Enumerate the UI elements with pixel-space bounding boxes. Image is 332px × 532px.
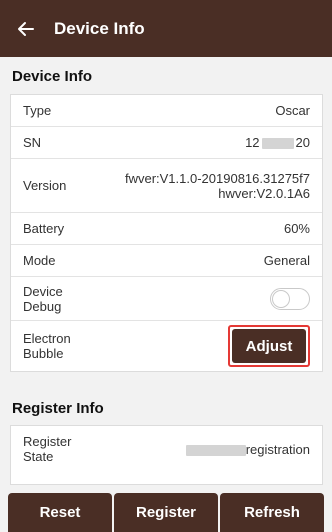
electron-bubble-label-line2: Bubble xyxy=(23,346,64,361)
arrow-left-icon[interactable] xyxy=(6,0,46,57)
electron-bubble-label: Electron Bubble xyxy=(23,331,71,361)
mode-label: Mode xyxy=(23,253,56,268)
page-title: Device Info xyxy=(54,18,145,38)
type-row: Type Oscar xyxy=(11,95,322,127)
device-debug-row: Device Debug xyxy=(11,277,322,321)
version-row: Version fwver:V1.1.0-20190816.31275f7 hw… xyxy=(11,159,322,213)
sn-label: SN xyxy=(23,135,42,150)
register-state-row: Register State registration xyxy=(11,426,322,472)
toggle-knob xyxy=(272,289,290,308)
sn-row: SN 12 20 xyxy=(11,127,322,159)
type-value: Oscar xyxy=(275,103,310,118)
register-state-masked-region xyxy=(185,444,246,456)
version-value: fwver:V1.1.0-20190816.31275f7 hwver:V2.0… xyxy=(125,171,310,201)
refresh-button[interactable]: Refresh xyxy=(220,493,324,532)
adjust-highlight: Adjust xyxy=(228,325,310,367)
adjust-button[interactable]: Adjust xyxy=(232,329,306,363)
sn-value-suffix: 20 xyxy=(295,135,310,150)
device-debug-label-line1: Device xyxy=(23,283,63,299)
device-debug-label: Device Debug xyxy=(23,284,63,314)
device-info-card: Type Oscar SN 12 20 Version fwver:V1.1.0-… xyxy=(10,94,323,372)
type-label: Type xyxy=(23,103,52,118)
battery-label: Battery xyxy=(23,221,65,236)
register-info-heading: Register Info xyxy=(12,400,104,417)
battery-value: 60% xyxy=(283,221,310,236)
mode-value: General xyxy=(263,253,310,268)
register-state-value: registration xyxy=(185,441,310,457)
app-bar: Device Info xyxy=(0,0,332,57)
sn-value-prefix: 12 xyxy=(245,135,260,150)
device-info-heading: Device Info xyxy=(12,68,93,85)
register-state-label-line2: State xyxy=(23,449,54,464)
sn-value: 12 20 xyxy=(245,135,310,150)
device-debug-label-line2: Debug xyxy=(23,298,62,314)
version-label: Version xyxy=(23,178,67,193)
register-info-card: Register State registration xyxy=(10,425,323,485)
reset-button[interactable]: Reset xyxy=(8,493,112,532)
battery-row: Battery 60% xyxy=(11,213,322,245)
electron-bubble-label-line1: Electron xyxy=(23,331,71,346)
register-state-label: Register State xyxy=(23,434,71,464)
register-state-label-line1: Register xyxy=(23,434,72,449)
register-state-value-text: registration xyxy=(245,441,310,457)
mode-row: Mode General xyxy=(11,245,322,277)
hardware-version: hwver:V2.0.1A6 xyxy=(218,185,310,201)
register-button[interactable]: Register xyxy=(114,493,218,532)
device-debug-toggle[interactable] xyxy=(270,287,310,310)
firmware-version: fwver:V1.1.0-20190816.31275f7 xyxy=(124,170,310,186)
bottom-action-bar: Reset Register Refresh xyxy=(0,493,332,532)
sn-masked-region xyxy=(261,138,294,150)
electron-bubble-row: Electron Bubble Adjust xyxy=(11,321,322,371)
